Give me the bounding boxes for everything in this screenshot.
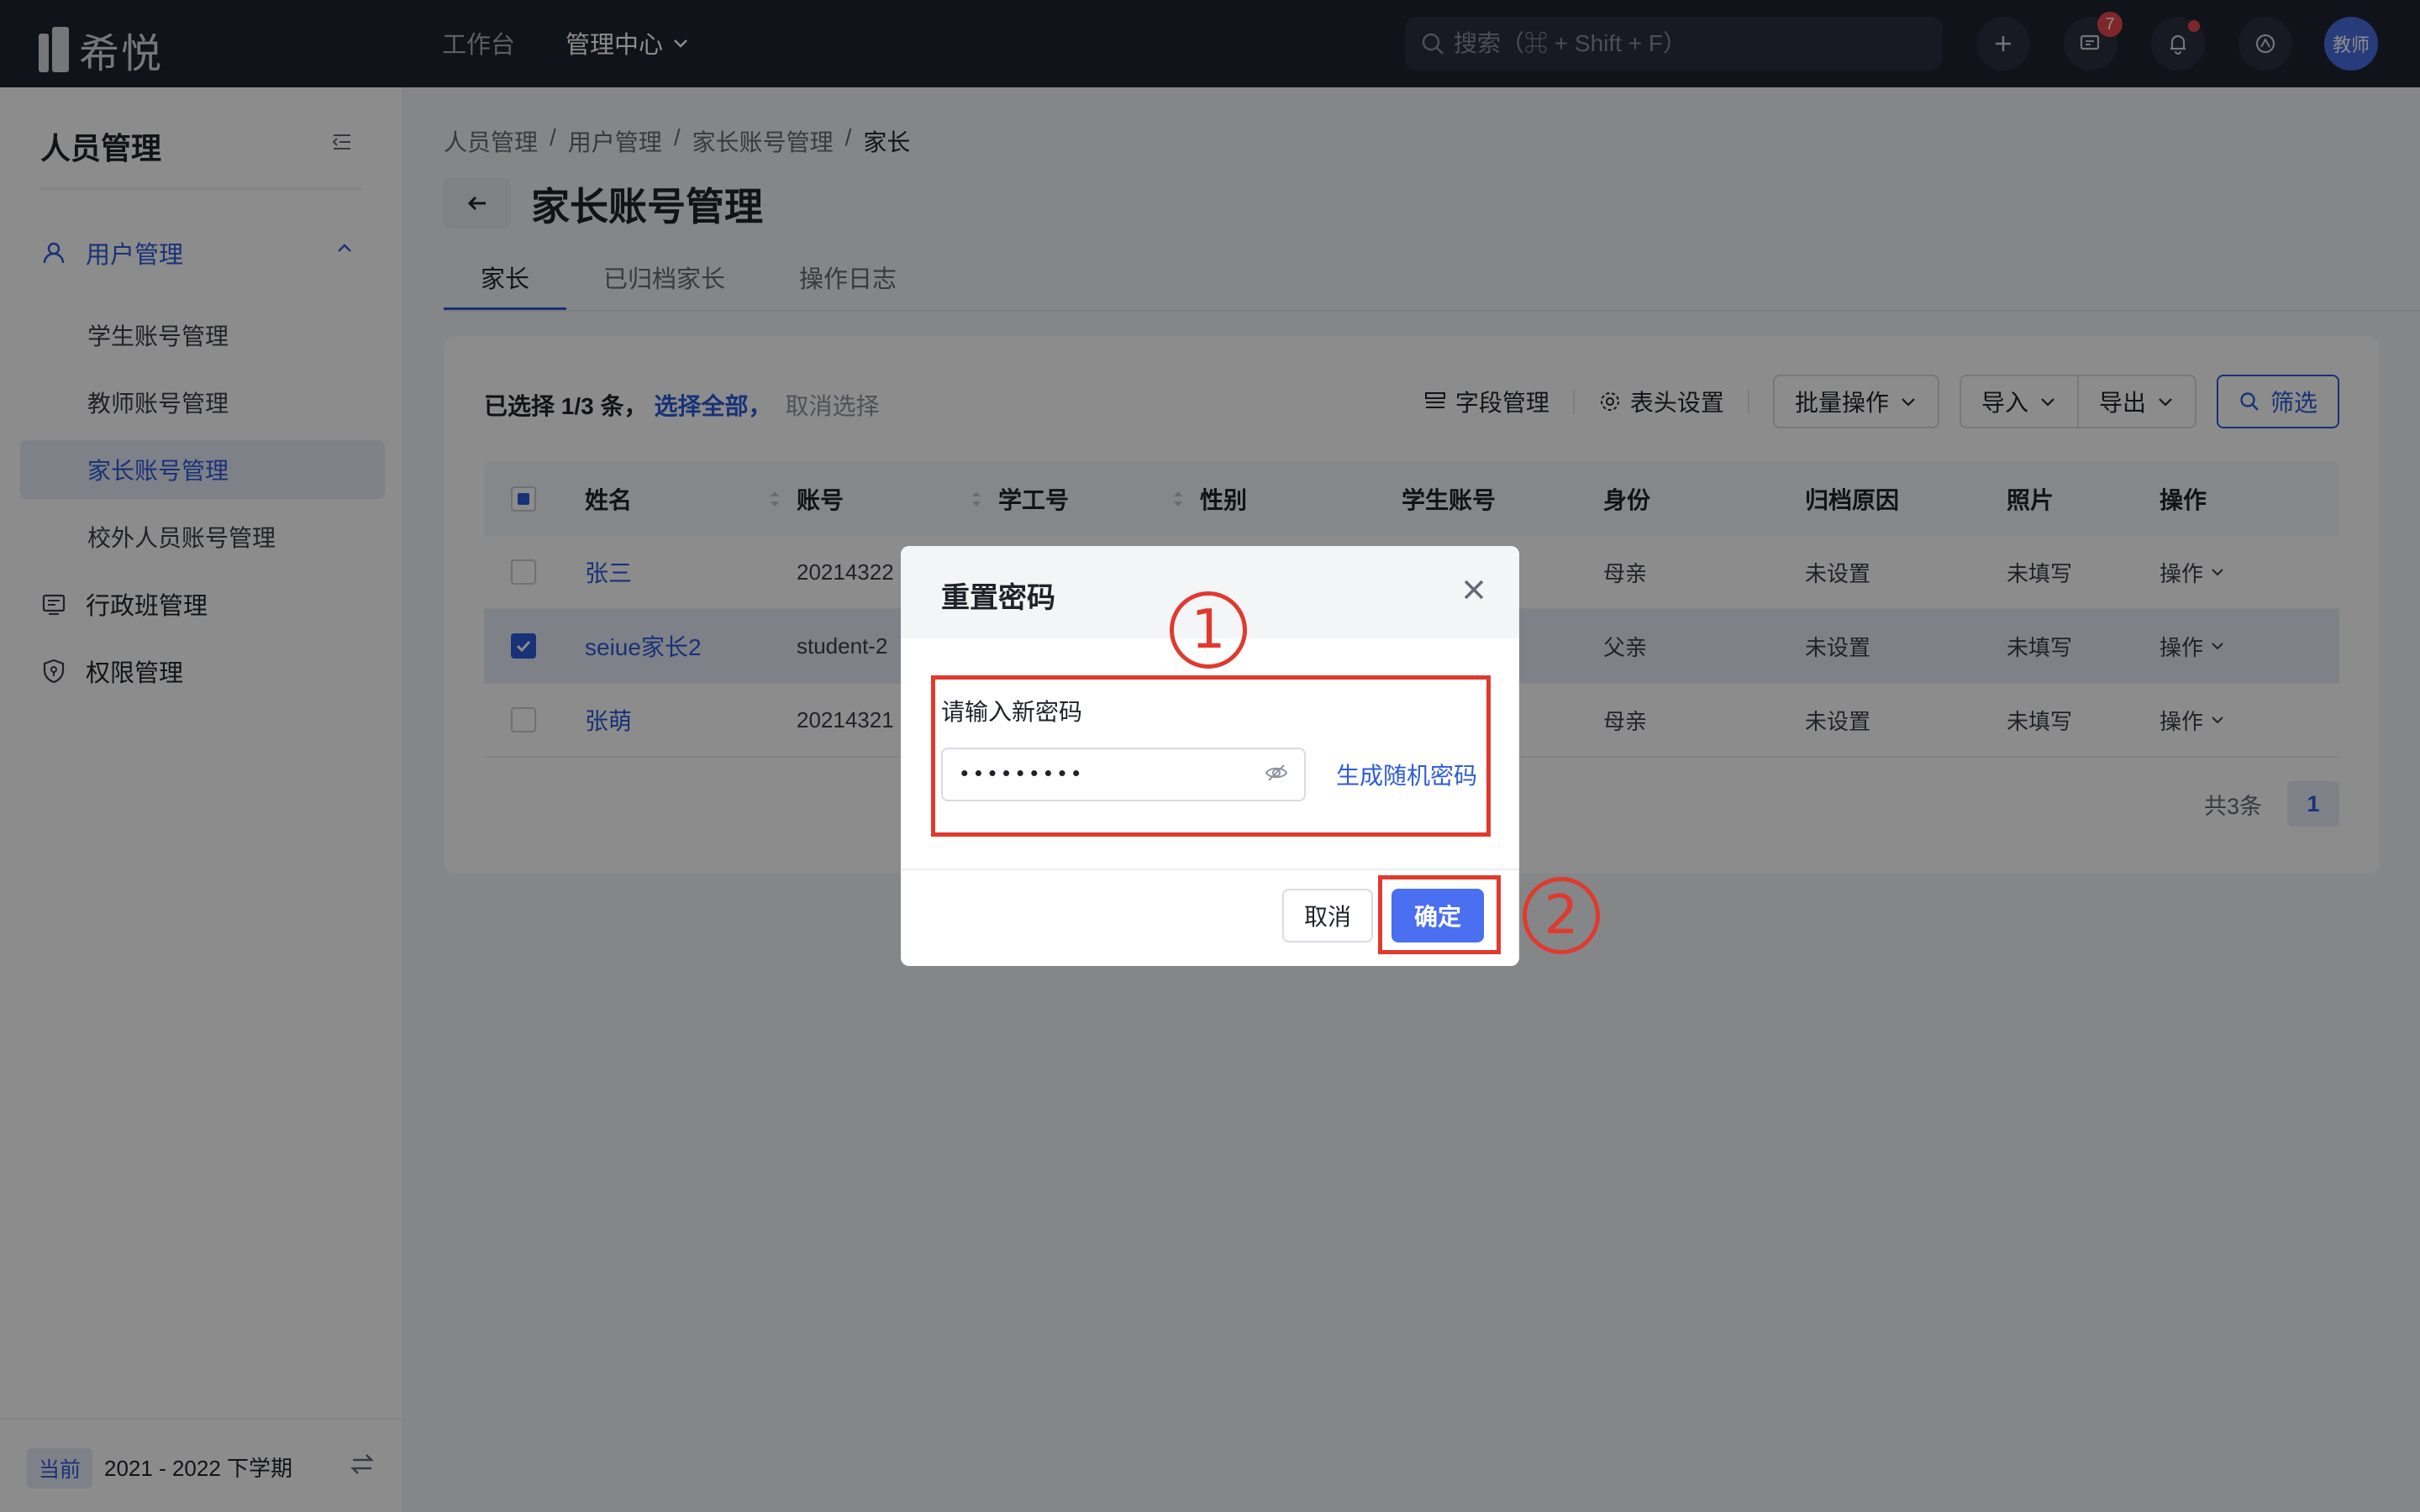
annotation-box-password: [931, 675, 1491, 837]
dialog-close-button[interactable]: [1459, 575, 1489, 609]
dialog-footer-divider: [901, 869, 1519, 870]
annotation-step-2: 2: [1523, 877, 1600, 954]
annotation-step-1: 1: [1170, 591, 1247, 669]
cancel-button[interactable]: 取消: [1282, 889, 1373, 942]
dialog-title: 重置密码: [941, 582, 1055, 614]
annotation-box-confirm: [1378, 875, 1501, 954]
close-icon: [1464, 580, 1484, 600]
